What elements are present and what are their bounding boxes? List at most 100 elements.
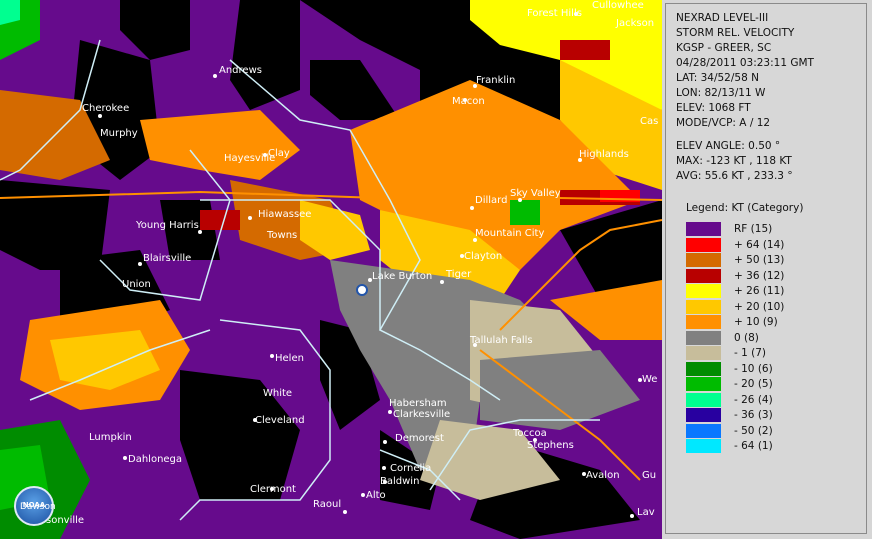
legend-item: - 50 (2) — [686, 423, 856, 438]
town-label: Toccoa — [512, 428, 547, 439]
town-label: Lav — [637, 507, 655, 518]
legend-swatch — [686, 253, 721, 267]
legend-item: + 64 (14) — [686, 237, 856, 252]
town-label: Lumpkin — [89, 432, 132, 443]
town-label: Baldwin — [380, 476, 419, 487]
legend-label: + 36 (12) — [734, 269, 785, 282]
legend-swatch — [686, 222, 721, 236]
town-label: We — [642, 374, 657, 385]
legend-item: - 10 (6) — [686, 361, 856, 376]
town-label: Raoul — [313, 499, 341, 510]
legend-label: + 64 (14) — [734, 238, 785, 251]
avg-velocity: AVG: 55.6 KT , 233.3 ° — [676, 170, 793, 182]
legend-item: + 36 (12) — [686, 268, 856, 283]
legend-swatch — [686, 299, 721, 314]
town-label: Tiger — [445, 269, 472, 280]
town-label: Dahlonega — [128, 454, 182, 465]
legend-item: - 1 (7) — [686, 346, 856, 360]
product-name: NEXRAD LEVEL-III — [676, 12, 769, 24]
legend-label: + 50 (13) — [734, 254, 785, 266]
town-label: Hiawassee — [258, 209, 311, 220]
mode-vcp: MODE/VCP: A / 12 — [676, 117, 771, 129]
legend-item: + 20 (10) — [686, 299, 856, 314]
town-label: Cornelia — [390, 463, 431, 474]
legend-label: - 26 (4) — [734, 393, 773, 406]
legend-item: - 26 (4) — [686, 392, 856, 407]
town-label: Gu — [642, 470, 656, 481]
town-label: Habersham — [389, 398, 447, 409]
radar-map[interactable]: Forest Hills Cullowhee Jackson Andrews F… — [0, 0, 662, 539]
town-label: Mountain City — [475, 228, 544, 239]
legend-swatch — [686, 423, 721, 438]
town-label: Tallulah Falls — [469, 335, 533, 346]
legend-label: RF (15) — [734, 223, 773, 235]
town-label: Sky Valley — [510, 188, 561, 199]
legend-label: - 64 (1) — [734, 440, 773, 452]
legend-item: - 20 (5) — [686, 377, 856, 391]
legend-title: Legend: KT (Category) — [686, 202, 804, 214]
legend-item: - 64 (1) — [686, 439, 856, 453]
info-panel: NEXRAD LEVEL-III STORM REL. VELOCITY KGS… — [665, 3, 867, 534]
elevation-angle: ELEV ANGLE: 0.50 ° — [676, 140, 781, 152]
legend-item: + 50 (13) — [686, 253, 856, 267]
velocity-layer: Forest Hills Cullowhee Jackson Andrews F… — [0, 0, 662, 539]
legend-item: RF (15) — [686, 222, 856, 236]
legend-label: + 10 (9) — [734, 316, 778, 328]
radar-site-marker[interactable] — [356, 284, 368, 296]
legend-swatch — [686, 237, 721, 252]
legend-swatch — [686, 315, 721, 329]
latitude: LAT: 34/52/58 N — [676, 72, 759, 84]
town-label: Towns — [266, 230, 297, 241]
town-label: Murphy — [100, 128, 138, 139]
legend-swatch — [686, 284, 721, 298]
town-label: Hayesville — [224, 153, 275, 164]
town-label: Cherokee — [82, 103, 129, 114]
town-label: Blairsville — [143, 253, 191, 264]
town-label: Demorest — [395, 433, 444, 444]
legend-label: - 1 (7) — [734, 347, 767, 359]
town-label: Stephens — [527, 440, 574, 451]
town-label: Jackson — [615, 18, 654, 29]
legend-label: - 36 (3) — [734, 409, 773, 421]
town-label: Alto — [366, 490, 386, 501]
legend-item: + 26 (11) — [686, 284, 856, 298]
town-label: Cas — [640, 116, 658, 127]
product-type: STORM REL. VELOCITY — [676, 27, 795, 39]
town-label: Cullowhee — [592, 0, 644, 11]
legend-item: - 36 (3) — [686, 408, 856, 422]
legend-label: + 26 (11) — [734, 285, 785, 297]
legend-swatch — [686, 268, 721, 283]
legend-swatch — [686, 377, 721, 391]
town-label: Macon — [452, 96, 485, 107]
legend-label: - 50 (2) — [734, 424, 773, 437]
legend-swatch — [686, 361, 721, 376]
town-label: Clayton — [464, 251, 502, 262]
town-label: Helen — [275, 353, 304, 364]
town-label: Lake Burton — [372, 271, 432, 282]
town-label: Forest Hills — [527, 8, 582, 19]
legend-swatch — [686, 392, 721, 407]
legend-swatch — [686, 330, 721, 345]
legend-label: 0 (8) — [734, 331, 759, 344]
town-label: Young Harris — [135, 220, 199, 231]
scan-datetime: 04/28/2011 03:23:11 GMT — [676, 57, 814, 69]
town-label: Highlands — [579, 149, 629, 160]
max-velocity: MAX: -123 KT , 118 KT — [676, 155, 792, 167]
legend-label: - 20 (5) — [734, 378, 773, 390]
station-name: KGSP - GREER, SC — [676, 42, 772, 54]
town-label: Franklin — [476, 75, 515, 86]
radar-viewer: Forest Hills Cullowhee Jackson Andrews F… — [0, 0, 872, 539]
legend-swatch — [686, 408, 721, 422]
town-label: Andrews — [219, 65, 262, 76]
logo-label: Dawson — [20, 502, 56, 512]
town-label: Clermont — [250, 484, 296, 495]
legend-label: - 10 (6) — [734, 362, 773, 375]
legend-label: + 20 (10) — [734, 300, 785, 313]
town-label: Dillard — [475, 195, 507, 206]
legend-item: + 10 (9) — [686, 315, 856, 329]
elevation: ELEV: 1068 FT — [676, 102, 751, 114]
town-label: Cleveland — [255, 415, 305, 426]
town-label: Union — [122, 279, 151, 290]
town-label: Clarkesville — [393, 409, 450, 420]
legend-item: 0 (8) — [686, 330, 856, 345]
